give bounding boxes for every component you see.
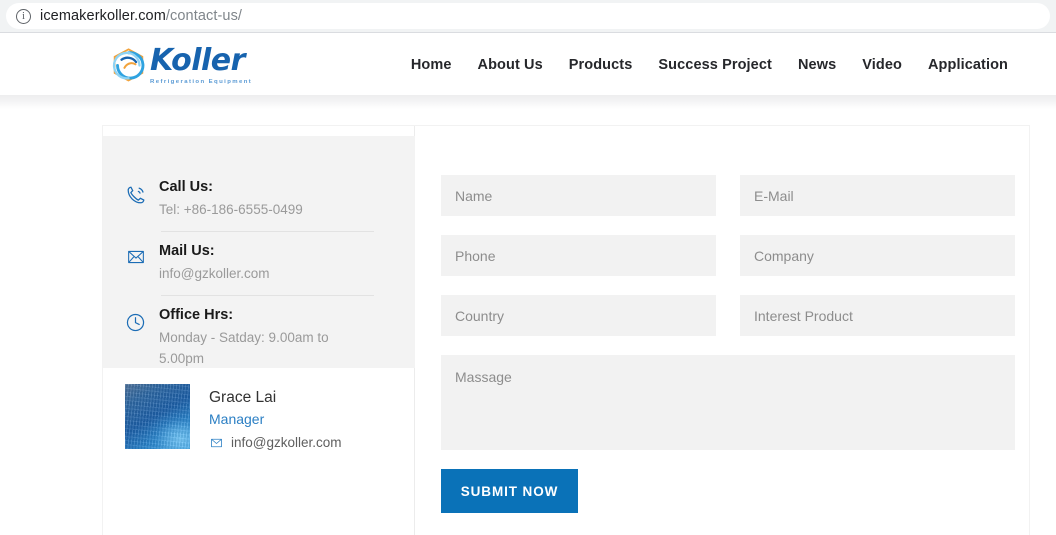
contact-info-body: Office Hrs: Monday - Satday: 9.00am to 5…: [155, 306, 349, 370]
contact-info-column: Call Us: Tel: +86-186-6555-0499 Mail Us:…: [103, 126, 415, 535]
contact-info-title: Call Us:: [159, 179, 213, 195]
contact-card: Call Us: Tel: +86-186-6555-0499 Mail Us:…: [102, 125, 1030, 535]
interest-product-input[interactable]: [740, 295, 1015, 336]
header-divider: [0, 95, 1056, 109]
contact-info-text: info@gzkoller.com: [159, 266, 270, 282]
contact-info-body: Call Us: Tel: +86-186-6555-0499: [155, 178, 303, 221]
contact-info-text: Monday - Satday: 9.00am to 5.00pm: [159, 330, 329, 367]
url-domain: icemakerkoller.com: [40, 8, 166, 24]
site-logo[interactable]: Koller Refrigeration Equipment: [110, 42, 252, 88]
envelope-icon: [125, 242, 155, 271]
main-navigation: Home About Us Products Success Project N…: [398, 34, 1008, 95]
country-input[interactable]: [441, 295, 716, 336]
contact-person-card: Grace Lai Manager info@gzkoller.com: [125, 384, 342, 454]
clock-icon: [125, 306, 155, 338]
logo-wordmark: Koller: [150, 42, 245, 78]
message-textarea[interactable]: [441, 355, 1015, 450]
nav-item-about-us[interactable]: About Us: [465, 57, 556, 73]
contact-info-title: Office Hrs:: [159, 307, 234, 323]
nav-item-video[interactable]: Video: [849, 57, 915, 73]
browser-toolbar: i icemakerkoller.com/contact-us/: [0, 0, 1056, 33]
phone-icon: [125, 178, 155, 211]
info-divider: [161, 231, 374, 232]
contact-person-role: Manager: [209, 411, 265, 428]
contact-person-email[interactable]: info@gzkoller.com: [209, 433, 342, 454]
logo-text-block: Koller Refrigeration Equipment: [150, 42, 253, 85]
address-bar[interactable]: i icemakerkoller.com/contact-us/: [6, 3, 1050, 29]
nav-item-home[interactable]: Home: [398, 57, 465, 73]
email-input[interactable]: [740, 175, 1015, 216]
koller-swirl-logo-icon: [110, 47, 147, 84]
contact-info-panel: Call Us: Tel: +86-186-6555-0499 Mail Us:…: [103, 136, 415, 368]
submit-button[interactable]: SUBMIT NOW: [441, 469, 578, 513]
envelope-icon: [209, 437, 224, 449]
page-body: Call Us: Tel: +86-186-6555-0499 Mail Us:…: [0, 109, 1056, 535]
phone-input[interactable]: [441, 235, 716, 276]
nav-item-application[interactable]: Application: [915, 57, 1008, 73]
site-header: Koller Refrigeration Equipment Home Abou…: [0, 34, 1056, 95]
contact-info-body: Mail Us: info@gzkoller.com: [155, 242, 270, 285]
contact-person-email-text: info@gzkoller.com: [231, 434, 342, 450]
info-circle-icon[interactable]: i: [16, 8, 31, 24]
contact-info-call-us: Call Us: Tel: +86-186-6555-0499: [125, 178, 397, 221]
nav-item-news[interactable]: News: [785, 57, 849, 73]
contact-info-mail-us: Mail Us: info@gzkoller.com: [125, 242, 397, 285]
contact-info-text: Tel: +86-186-6555-0499: [159, 202, 303, 218]
info-divider: [161, 295, 374, 296]
nav-item-products[interactable]: Products: [556, 57, 646, 73]
avatar: [125, 384, 190, 449]
contact-form: SUBMIT NOW: [416, 126, 1031, 535]
contact-info-office-hours: Office Hrs: Monday - Satday: 9.00am to 5…: [125, 306, 397, 370]
nav-item-success-project[interactable]: Success Project: [645, 57, 785, 73]
name-input[interactable]: [441, 175, 716, 216]
contact-person-meta: Grace Lai Manager info@gzkoller.com: [190, 384, 342, 454]
url-path: /contact-us/: [165, 8, 243, 24]
url-text: icemakerkoller.com/contact-us/: [40, 8, 242, 24]
company-input[interactable]: [740, 235, 1015, 276]
logo-subtitle: Refrigeration Equipment: [150, 78, 253, 85]
contact-info-title: Mail Us:: [159, 243, 215, 259]
contact-person-name: Grace Lai: [209, 389, 277, 406]
